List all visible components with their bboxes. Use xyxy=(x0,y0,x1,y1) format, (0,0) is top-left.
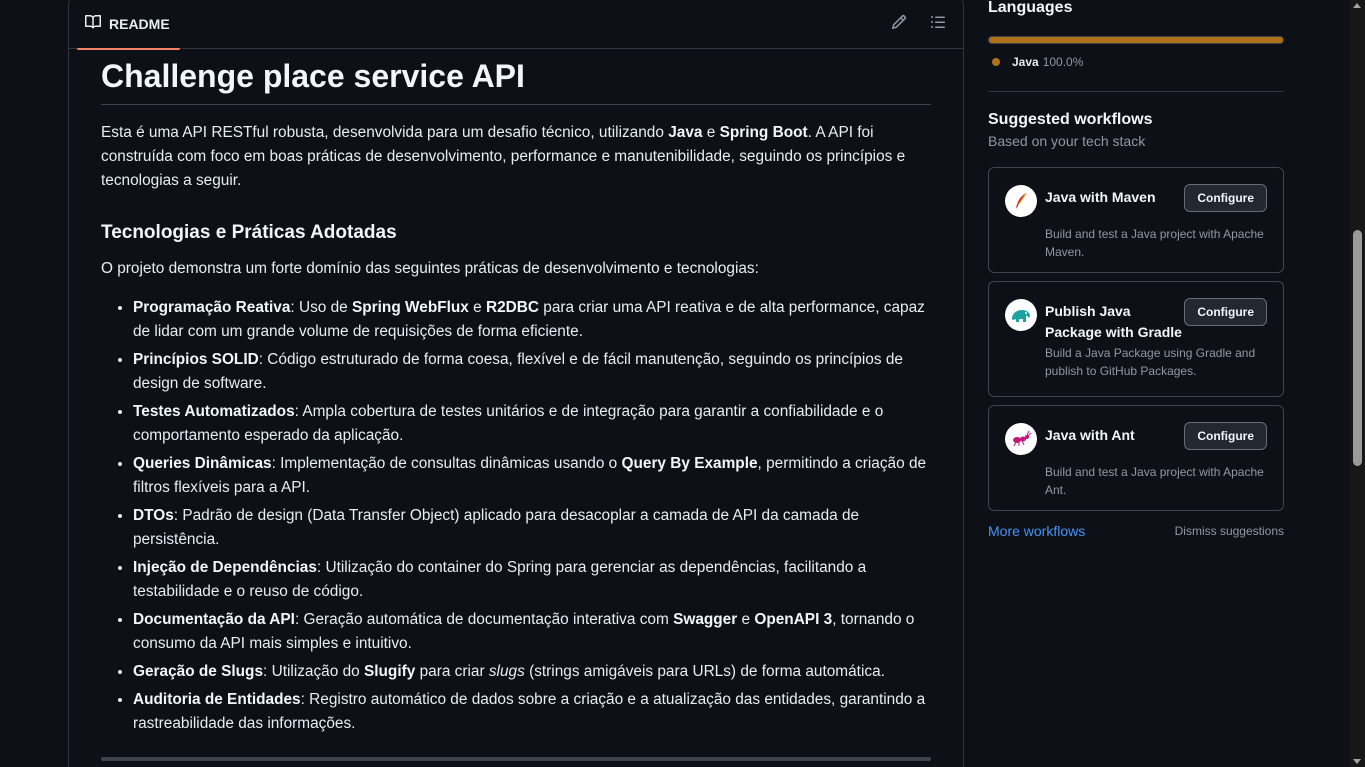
ant-icon xyxy=(1005,423,1037,455)
list-item: Testes Automatizados: Ampla cobertura de… xyxy=(133,400,931,448)
workflow-name: Java with Maven xyxy=(1045,189,1156,205)
outline-button[interactable] xyxy=(926,12,950,36)
book-icon xyxy=(85,14,102,33)
edit-file-button[interactable] xyxy=(887,12,911,36)
configure-button[interactable]: Configure xyxy=(1184,422,1267,450)
language-name: Java xyxy=(1012,55,1039,69)
maven-feather-icon xyxy=(1005,185,1037,217)
list-item: Auditoria de Entidades: Registro automát… xyxy=(133,688,931,736)
languages-heading: Languages xyxy=(988,0,1073,16)
workflow-name: Java with Ant xyxy=(1045,427,1135,443)
section-intro: O projeto demonstra um forte domínio das… xyxy=(101,260,759,277)
java-color-dot xyxy=(992,58,1000,66)
list-unordered-icon xyxy=(930,14,946,35)
workflow-description: Build and test a Java project with Apach… xyxy=(1045,465,1264,497)
readme-body: Challenge place service API Esta é uma A… xyxy=(69,49,963,736)
readme-tab-label: README xyxy=(109,15,170,32)
workflow-card-java-ant: Java with Ant Configure Build and test a… xyxy=(988,405,1284,511)
pencil-icon xyxy=(891,14,907,35)
scroll-down-arrow-icon[interactable] xyxy=(1353,759,1361,764)
language-item-java[interactable]: Java 100.0% xyxy=(988,55,1284,69)
repo-sidebar: Languages Java 100.0% Suggested workflow… xyxy=(988,0,1284,539)
list-item: Queries Dinâmicas: Implementação de cons… xyxy=(133,452,931,500)
intro-paragraph: Esta é uma API RESTful robusta, desenvol… xyxy=(101,121,931,193)
readme-header: README xyxy=(69,0,963,50)
intro-text-2: e xyxy=(702,124,720,141)
intro-bold-spring-boot: Spring Boot xyxy=(719,124,808,141)
suggested-workflows-subtitle: Based on your tech stack xyxy=(988,133,1146,149)
workflow-card-java-maven: Java with Maven Configure Build and test… xyxy=(988,167,1284,273)
suggested-workflows-heading: Suggested workflows xyxy=(988,111,1153,128)
dismiss-suggestions-link[interactable]: Dismiss suggestions xyxy=(1175,524,1284,538)
readme-title: Challenge place service API xyxy=(101,49,931,105)
readme-panel: README Challenge place service API Esta … xyxy=(68,0,964,767)
scroll-up-arrow-icon[interactable] xyxy=(1353,3,1361,8)
list-item: DTOs: Padrão de design (Data Transfer Ob… xyxy=(133,504,931,552)
language-percent: 100.0% xyxy=(1042,55,1084,69)
list-item: Injeção de Dependências: Utilização do c… xyxy=(133,556,931,604)
workflow-description: Build and test a Java project with Apach… xyxy=(1045,227,1264,259)
gradle-elephant-icon xyxy=(1005,299,1037,331)
tab-readme[interactable]: README xyxy=(77,0,180,50)
list-item: Documentação da API: Geração automática … xyxy=(133,608,931,656)
workflows-footer: More workflows Dismiss suggestions xyxy=(988,523,1284,539)
intro-bold-java: Java xyxy=(668,124,703,141)
configure-button[interactable]: Configure xyxy=(1184,298,1267,326)
intro-text-1: Esta é uma API RESTful robusta, desenvol… xyxy=(101,124,669,141)
page-scrollbar[interactable] xyxy=(1350,0,1365,767)
list-item: Programação Reativa: Uso de Spring WebFl… xyxy=(133,296,931,344)
section-heading: Tecnologias e Práticas Adotadas xyxy=(101,222,397,243)
list-item: Princípios SOLID: Código estruturado de … xyxy=(133,348,931,396)
workflow-name: Publish Java Package with Gradle xyxy=(1045,303,1182,340)
language-bar[interactable] xyxy=(988,36,1284,44)
list-item: Geração de Slugs: Utilização do Slugify … xyxy=(133,660,931,684)
active-tab-underline xyxy=(77,47,180,50)
workflow-description: Build a Java Package using Gradle and pu… xyxy=(1045,346,1256,378)
sidebar-divider xyxy=(988,91,1284,92)
configure-button[interactable]: Configure xyxy=(1184,184,1267,212)
scrollbar-thumb[interactable] xyxy=(1353,230,1362,466)
practices-list: Programação Reativa: Uso de Spring WebFl… xyxy=(101,296,931,736)
workflow-card-gradle-publish: Publish Java Package with Gradle Configu… xyxy=(988,281,1284,397)
horizontal-rule xyxy=(101,757,931,761)
more-workflows-link[interactable]: More workflows xyxy=(988,523,1085,539)
